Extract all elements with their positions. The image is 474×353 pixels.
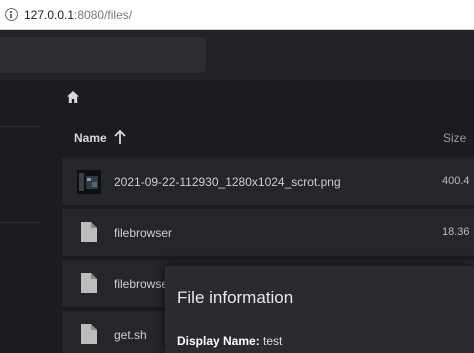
file-size: 18.36: [442, 226, 470, 238]
display-name-property: Display Name: test: [177, 334, 282, 348]
file-name: filebrowser: [114, 277, 173, 291]
dialog-title: File information: [177, 288, 294, 307]
file-icon: [81, 222, 97, 242]
display-name-label: Display Name:: [177, 334, 260, 348]
file-name: 2021-09-22-112930_1280x1024_scrot.png: [114, 175, 341, 189]
home-icon[interactable]: [66, 90, 80, 104]
column-size-header[interactable]: Size: [443, 131, 466, 145]
sidebar: [0, 80, 62, 353]
url-host: 127.0.0.1: [24, 8, 75, 22]
list-item[interactable]: filebrowser 18.36: [62, 209, 474, 256]
app-header: [0, 30, 474, 80]
column-name-header[interactable]: Name: [74, 131, 107, 145]
file-info-dialog: File information Display Name: test: [165, 266, 474, 353]
sidebar-divider: [0, 222, 40, 223]
file-icon: [81, 324, 97, 344]
browser-address-bar[interactable]: 127.0.0.1:8080/files/: [0, 0, 474, 30]
url-path: :8080/files/: [74, 8, 133, 22]
list-item[interactable]: 2021-09-22-112930_1280x1024_scrot.png 40…: [62, 158, 474, 205]
file-icon: [81, 273, 97, 293]
file-name: get.sh: [114, 328, 147, 342]
list-header: Name Size: [62, 124, 474, 154]
file-size: 400.4: [442, 175, 470, 187]
arrow-up-icon[interactable]: [113, 129, 127, 145]
search-input[interactable]: [0, 37, 206, 73]
sidebar-divider: [0, 126, 40, 127]
url-text[interactable]: 127.0.0.1:8080/files/: [24, 8, 132, 22]
file-name: filebrowser: [114, 226, 173, 240]
image-thumbnail-icon: [77, 170, 101, 194]
site-info-icon[interactable]: [5, 8, 18, 21]
display-name-value: test: [263, 334, 283, 348]
